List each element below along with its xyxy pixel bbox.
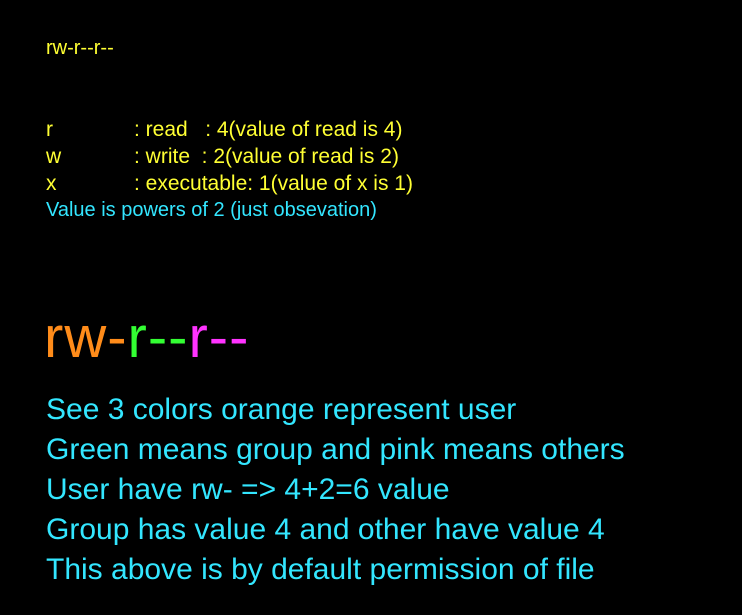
legend-letter: w xyxy=(46,145,62,168)
legend-letter: x xyxy=(46,172,57,195)
permission-legend: r : read : 4(value of read is 4) w : wri… xyxy=(46,116,413,224)
legend-letter: r xyxy=(46,118,53,141)
legend-description: : executable: 1(value of x is 1) xyxy=(134,172,413,195)
slide: rw-r--r-- r : read : 4(value of read is … xyxy=(0,0,742,615)
explanation-line: Green means group and pink means others xyxy=(46,433,625,466)
explanation-line: This above is by default permission of f… xyxy=(46,553,595,586)
explanation-line: See 3 colors orange represent user xyxy=(46,393,517,426)
legend-row-execute: x : executable: 1(value of x is 1) xyxy=(46,170,413,197)
legend-description: : write : 2(value of read is 2) xyxy=(134,145,399,168)
other-permission: r-- xyxy=(188,305,250,370)
permission-string-large: rw-r--r-- xyxy=(44,302,249,374)
explanation-block: See 3 colors orange represent user Green… xyxy=(46,390,625,590)
legend-description: : read : 4(value of read is 4) xyxy=(134,118,403,141)
explanation-line: Group has value 4 and other have value 4 xyxy=(46,513,605,546)
explanation-line: User have rw- => 4+2=6 value xyxy=(46,473,450,506)
powers-of-two-note: Value is powers of 2 (just obsevation) xyxy=(46,199,377,221)
legend-row-read: r : read : 4(value of read is 4) xyxy=(46,116,413,143)
user-permission: rw- xyxy=(44,305,128,370)
legend-row-write: w : write : 2(value of read is 2) xyxy=(46,143,413,170)
permission-string-small: rw-r--r-- xyxy=(46,37,114,59)
group-permission: r-- xyxy=(127,305,189,370)
